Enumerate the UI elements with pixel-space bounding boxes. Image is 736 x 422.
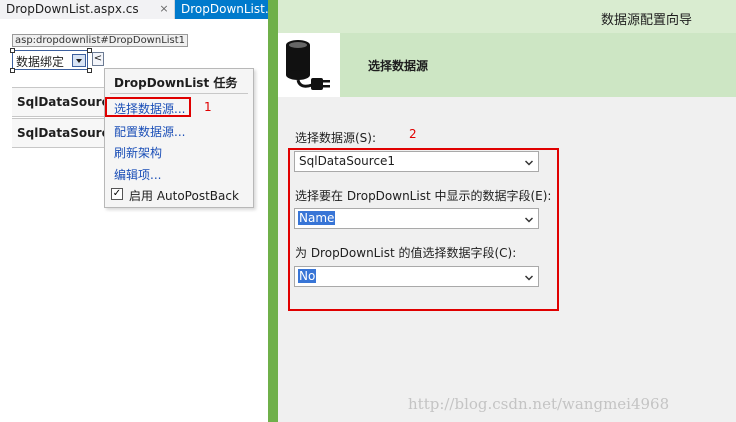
watermark-text: http://blog.csdn.net/wangmei4968: [408, 395, 670, 413]
close-icon[interactable]: ×: [158, 3, 170, 15]
tab-code-behind-label: DropDownList.aspx.cs: [6, 2, 139, 16]
annotation-number: 1: [204, 100, 212, 114]
autopostback-label: 启用 AutoPostBack: [129, 189, 239, 203]
chevron-down-icon[interactable]: [72, 54, 86, 67]
wizard-body: 2 选择数据源(S): SqlDataSource1 选择要在 DropDown…: [278, 97, 736, 422]
tasks-panel-title: DropDownList 任务: [114, 76, 238, 90]
wizard-title: 数据源配置向导: [600, 13, 692, 28]
resize-handle[interactable]: [10, 68, 15, 73]
wizard-step-title: 选择数据源: [368, 59, 429, 73]
dropdownlist-control[interactable]: 数据绑定: [12, 50, 88, 70]
tab-code-behind[interactable]: DropDownList.aspx.cs ×: [0, 0, 175, 19]
designer-surface: asp:dropdownlist#DropDownList1 数据绑定 < Sq…: [0, 19, 270, 422]
chevron-left-icon: <: [93, 53, 103, 64]
tab-aspx-label: DropDownList.aspx: [181, 2, 269, 16]
resize-handle[interactable]: [87, 68, 92, 73]
configure-datasource-link[interactable]: 配置数据源...: [114, 123, 185, 140]
control-tag-label: asp:dropdownlist#DropDownList1: [12, 34, 189, 47]
smart-tag-button[interactable]: <: [92, 52, 104, 66]
divider: [110, 93, 248, 94]
annotation-highlight-box: [105, 97, 191, 117]
sqldatasource-control[interactable]: SqlDataSource: [12, 118, 107, 148]
dropdownlist-text: 数据绑定: [16, 55, 65, 69]
annotation-number: 2: [409, 127, 417, 141]
datasource-config-wizard: 数据源配置向导 选择数据源 2 选择数据源(S): SqlDataSource1…: [268, 0, 736, 422]
resize-handle[interactable]: [10, 48, 15, 53]
sqldatasource-label: SqlDataSource: [17, 95, 107, 109]
wizard-header: 选择数据源: [278, 33, 736, 97]
refresh-schema-link[interactable]: 刷新架构: [114, 144, 162, 161]
annotation-highlight-box: [288, 148, 559, 311]
sqldatasource-control[interactable]: SqlDataSource: [12, 87, 107, 117]
sqldatasource-label: SqlDataSource: [17, 126, 107, 140]
dropdownlist-tasks-panel: DropDownList 任务 选择数据源... 配置数据源... 刷新架构 编…: [104, 68, 254, 208]
wizard-title-bar: 数据源配置向导: [278, 0, 736, 33]
tab-aspx-active[interactable]: DropDownList.aspx: [175, 0, 269, 19]
datasource-field-label: 选择数据源(S):: [295, 131, 377, 145]
database-plug-icon: [278, 33, 340, 97]
autopostback-checkbox[interactable]: ✓: [111, 188, 123, 200]
edit-items-link[interactable]: 编辑项...: [114, 166, 161, 183]
